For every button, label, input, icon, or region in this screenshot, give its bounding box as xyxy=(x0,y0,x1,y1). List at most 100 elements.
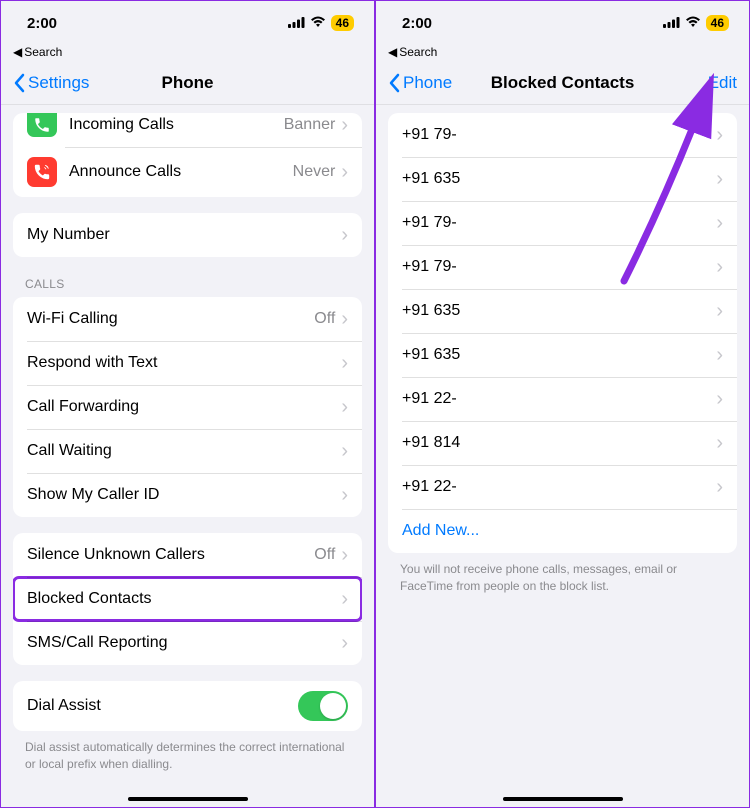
group-blocked-list: +91 79-›+91 635›+91 79-›+91 79-›+91 635›… xyxy=(388,113,737,553)
row-blocked-4[interactable]: +91 635› xyxy=(388,289,737,333)
row-label: +91 635 xyxy=(402,170,716,188)
back-label: Settings xyxy=(28,73,89,93)
row-label: +91 79- xyxy=(402,214,716,232)
row-blocked-contacts[interactable]: Blocked Contacts› xyxy=(13,577,362,621)
row-add-new[interactable]: Add New... xyxy=(388,509,737,553)
chevron-left-icon xyxy=(388,73,400,93)
row-label: +91 22- xyxy=(402,478,716,496)
dial-assist-toggle[interactable] xyxy=(298,691,348,721)
row-sms-call-reporting[interactable]: SMS/Call Reporting› xyxy=(13,621,362,665)
status-bar: 2:00 46 xyxy=(1,1,374,45)
row-dial-assist[interactable]: Dial Assist xyxy=(13,681,362,731)
breadcrumb-back[interactable]: ◀ Search xyxy=(1,45,374,61)
row-blocked-5[interactable]: +91 635› xyxy=(388,333,737,377)
chevron-right-icon: › xyxy=(716,477,723,497)
chevron-right-icon: › xyxy=(716,345,723,365)
status-time: 2:00 xyxy=(27,15,57,32)
chevron-right-icon: › xyxy=(716,125,723,145)
dial-assist-footer: Dial assist automatically determines the… xyxy=(25,739,350,773)
nav-bar: Phone Blocked Contacts Edit xyxy=(376,61,749,105)
row-label: +91 79- xyxy=(402,258,716,276)
battery-indicator: 46 xyxy=(706,15,729,31)
row-label: Silence Unknown Callers xyxy=(27,546,314,564)
row-label: +91 814 xyxy=(402,434,716,452)
row-label: Call Forwarding xyxy=(27,398,341,416)
row-blocked-0[interactable]: +91 79-› xyxy=(388,113,737,157)
chevron-right-icon: › xyxy=(341,485,348,505)
row-announce-calls[interactable]: Announce Calls Never › xyxy=(13,147,362,197)
announce-icon xyxy=(27,157,57,187)
row-blocked-6[interactable]: +91 22-› xyxy=(388,377,737,421)
row-label: Show My Caller ID xyxy=(27,486,341,504)
home-indicator[interactable] xyxy=(503,797,623,801)
chevron-right-icon: › xyxy=(716,213,723,233)
chevron-right-icon: › xyxy=(341,397,348,417)
back-button[interactable]: Phone xyxy=(388,73,452,93)
battery-indicator: 46 xyxy=(331,15,354,31)
status-right: 46 xyxy=(663,15,729,32)
wifi-icon xyxy=(685,15,701,32)
row-label: +91 79- xyxy=(402,126,716,144)
breadcrumb-label: Search xyxy=(24,45,62,59)
chevron-right-icon: › xyxy=(716,169,723,189)
row-respond-with-text[interactable]: Respond with Text› xyxy=(13,341,362,385)
row-show-my-caller-id[interactable]: Show My Caller ID› xyxy=(13,473,362,517)
row-value: Off xyxy=(314,546,335,564)
status-bar: 2:00 46 xyxy=(376,1,749,45)
group-alerts: Incoming Calls Banner › Announce Calls N… xyxy=(13,113,362,197)
status-right: 46 xyxy=(288,15,354,32)
chevron-left-icon: ◀ xyxy=(13,45,22,59)
row-my-number[interactable]: My Number › xyxy=(13,213,362,257)
edit-button[interactable]: Edit xyxy=(708,73,737,93)
row-label: Incoming Calls xyxy=(69,116,284,134)
content-scroll[interactable]: Incoming Calls Banner › Announce Calls N… xyxy=(1,105,374,807)
row-value: Banner xyxy=(284,116,336,134)
row-label: Announce Calls xyxy=(69,163,293,181)
group-my-number: My Number › xyxy=(13,213,362,257)
row-label: Blocked Contacts xyxy=(27,590,341,608)
chevron-right-icon: › xyxy=(341,162,348,182)
blocked-footer: You will not receive phone calls, messag… xyxy=(400,561,725,595)
row-silence-unknown-callers[interactable]: Silence Unknown CallersOff› xyxy=(13,533,362,577)
row-call-forwarding[interactable]: Call Forwarding› xyxy=(13,385,362,429)
group-blocking: Silence Unknown CallersOff›Blocked Conta… xyxy=(13,533,362,665)
row-blocked-7[interactable]: +91 814› xyxy=(388,421,737,465)
chevron-right-icon: › xyxy=(341,309,348,329)
home-indicator[interactable] xyxy=(128,797,248,801)
row-call-waiting[interactable]: Call Waiting› xyxy=(13,429,362,473)
chevron-left-icon xyxy=(13,73,25,93)
breadcrumb-back[interactable]: ◀ Search xyxy=(376,45,749,61)
chevron-right-icon: › xyxy=(341,633,348,653)
row-blocked-2[interactable]: +91 79-› xyxy=(388,201,737,245)
row-label: My Number xyxy=(27,226,341,244)
row-incoming-calls[interactable]: Incoming Calls Banner › xyxy=(13,113,362,147)
cellular-signal-icon xyxy=(663,15,680,32)
group-calls: Wi-Fi CallingOff›Respond with Text›Call … xyxy=(13,297,362,517)
content-scroll[interactable]: +91 79-›+91 635›+91 79-›+91 79-›+91 635›… xyxy=(376,105,749,807)
row-label: Wi-Fi Calling xyxy=(27,310,314,328)
row-label: SMS/Call Reporting xyxy=(27,634,341,652)
row-value: Off xyxy=(314,310,335,328)
wifi-icon xyxy=(310,15,326,32)
chevron-right-icon: › xyxy=(341,353,348,373)
chevron-right-icon: › xyxy=(716,257,723,277)
row-blocked-8[interactable]: +91 22-› xyxy=(388,465,737,509)
row-label: +91 22- xyxy=(402,390,716,408)
chevron-left-icon: ◀ xyxy=(388,45,397,59)
row-label: Respond with Text xyxy=(27,354,341,372)
chevron-right-icon: › xyxy=(341,441,348,461)
breadcrumb-label: Search xyxy=(399,45,437,59)
status-time: 2:00 xyxy=(402,15,432,32)
cellular-signal-icon xyxy=(288,15,305,32)
row-label: Dial Assist xyxy=(27,697,298,715)
row-label: Call Waiting xyxy=(27,442,341,460)
back-button[interactable]: Settings xyxy=(13,73,89,93)
row-wi-fi-calling[interactable]: Wi-Fi CallingOff › xyxy=(13,297,362,341)
nav-bar: Settings Phone xyxy=(1,61,374,105)
phone-incoming-icon xyxy=(27,113,57,137)
row-blocked-3[interactable]: +91 79-› xyxy=(388,245,737,289)
chevron-right-icon: › xyxy=(716,433,723,453)
row-blocked-1[interactable]: +91 635› xyxy=(388,157,737,201)
row-value: Never xyxy=(293,163,336,181)
blocked-contacts-screen: 2:00 46 ◀ Search Phone Blocked Contacts … xyxy=(374,1,749,807)
